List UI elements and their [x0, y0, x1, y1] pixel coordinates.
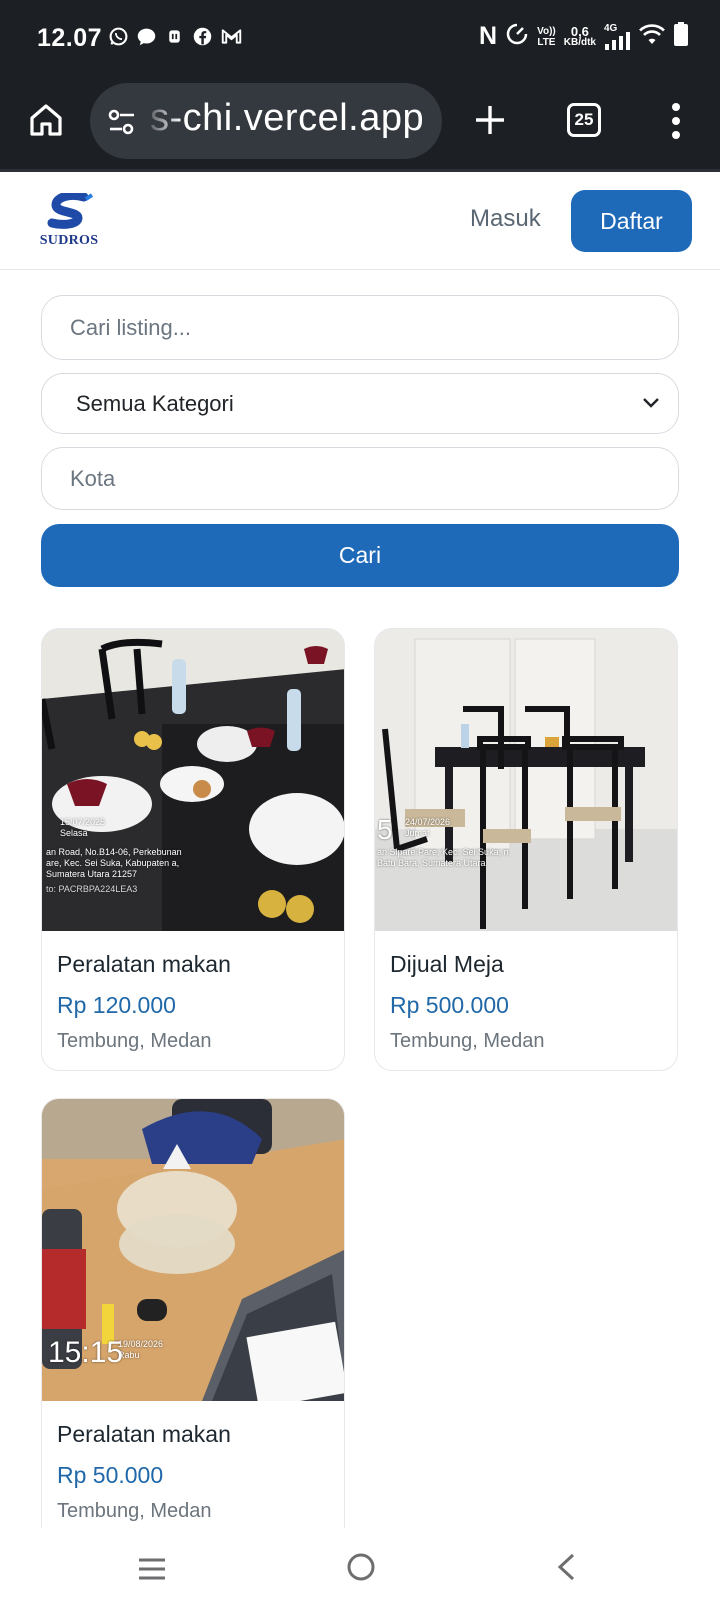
stamp-date: 15/07/2025 — [60, 817, 106, 827]
address-bar[interactable]: s-chi.vercel.app — [90, 83, 442, 159]
photo-stamp: 5 24/07/2026 Jumat an Sipare Pare, Kec. … — [377, 814, 517, 869]
listing-photo[interactable]: 5 24/07/2026 Jumat an Sipare Pare, Kec. … — [375, 629, 677, 931]
browser-toolbar: s-chi.vercel.app 25 — [0, 82, 720, 172]
logo-mark-icon — [47, 193, 94, 229]
nfc-icon: N — [479, 22, 498, 50]
site-header: SUDROS Masuk Daftar — [0, 175, 720, 270]
listing-photo[interactable]: 15:15 19/08/2026 Rabu — [42, 1099, 344, 1401]
search-input[interactable] — [42, 296, 678, 359]
stamp-address: an Road, No.B14-06, Perkebunan are, Kec.… — [46, 847, 182, 879]
volte-line2: LTE — [537, 36, 556, 48]
status-right: N Vo)) LTE 0,6 KB/dtk 4G — [479, 22, 688, 51]
listing-title[interactable]: Dijual Meja — [390, 951, 504, 978]
listing-title[interactable]: Peralatan makan — [57, 951, 231, 978]
status-time: 12.07 — [37, 24, 103, 52]
volte-indicator: Vo)) LTE — [537, 26, 556, 48]
url-fade — [142, 83, 182, 159]
status-bar: 12.07 N Vo)) LTE 0,6 KB/dtk 4G — [0, 0, 720, 82]
stamp-hour: 5 — [377, 814, 393, 845]
recents-icon[interactable] — [137, 1556, 167, 1582]
login-link[interactable]: Masuk — [470, 205, 541, 233]
listing-card[interactable]: 15:15 19/08/2026 Rabu Peralatan makan Rp… — [41, 1098, 345, 1528]
listing-title[interactable]: Peralatan makan — [57, 1421, 231, 1448]
signal-block: 4G — [604, 23, 630, 50]
home-icon[interactable] — [346, 1552, 376, 1582]
url-text: s-chi.vercel.app — [150, 97, 425, 139]
more-options-icon[interactable] — [668, 102, 684, 140]
stamp-address: an Sipare Pare, Kec. Sei Suka, n Batu Ba… — [377, 847, 509, 868]
category-select[interactable]: Semua Kategori — [41, 373, 679, 434]
stamp-day: Jumat — [405, 828, 430, 838]
listing-location: Tembung, Medan — [390, 1030, 545, 1052]
stamp-code: to: PACRBPA224LEA3 — [46, 884, 138, 894]
gmail-icon — [220, 26, 242, 47]
listing-location: Tembung, Medan — [57, 1030, 212, 1052]
message-icon — [136, 26, 157, 47]
register-button[interactable]: Daftar — [571, 190, 692, 252]
facebook-icon — [192, 26, 213, 47]
page: 12.07 N Vo)) LTE 0,6 KB/dtk 4G s-chi.ver… — [0, 0, 720, 1608]
stamp-date: 24/07/2026 — [405, 817, 451, 827]
battery-icon — [674, 22, 688, 51]
speed-unit: KB/dtk — [563, 36, 596, 48]
category-selected: Semua Kategori — [76, 391, 234, 416]
network-speed: 0,6 KB/dtk — [563, 23, 596, 48]
tab-switcher-button[interactable]: 25 — [567, 103, 601, 137]
listing-price: Rp 50.000 — [57, 1462, 164, 1488]
wifi-icon — [638, 22, 666, 51]
search-field[interactable] — [41, 295, 679, 360]
new-tab-icon[interactable] — [470, 100, 510, 140]
logo-text: SUDROS — [39, 233, 99, 248]
photo-stamp: 15:15 19/08/2026 Rabu — [48, 1337, 163, 1369]
app-icon — [164, 26, 185, 47]
volte-line1: Vo)) — [537, 25, 556, 37]
listing-price: Rp 500.000 — [390, 992, 509, 1018]
whatsapp-icon — [108, 26, 129, 47]
signal-icon — [605, 31, 630, 50]
search-button[interactable]: Cari — [41, 524, 679, 587]
system-nav-bar — [0, 1528, 720, 1608]
listing-location: Tembung, Medan — [57, 1500, 212, 1522]
notification-icons — [108, 26, 242, 47]
listing-card[interactable]: 15/07/2025 Selasa an Road, No.B14-06, Pe… — [41, 628, 345, 1071]
photo-stamp: 15/07/2025 Selasa an Road, No.B14-06, Pe… — [46, 817, 196, 895]
listing-price: Rp 120.000 — [57, 992, 176, 1018]
data-saver-icon — [505, 22, 529, 51]
home-icon[interactable] — [26, 100, 66, 140]
back-icon[interactable] — [556, 1552, 576, 1582]
speed-value: 0,6 — [570, 23, 589, 39]
city-input[interactable] — [42, 448, 678, 509]
logo[interactable]: SUDROS — [34, 193, 104, 251]
stamp-hour: 15:15 — [48, 1336, 124, 1369]
listing-photo[interactable]: 15/07/2025 Selasa an Road, No.B14-06, Pe… — [42, 629, 344, 931]
chevron-down-icon — [642, 396, 660, 410]
stamp-day: Selasa — [60, 828, 88, 838]
listing-card[interactable]: 5 24/07/2026 Jumat an Sipare Pare, Kec. … — [374, 628, 678, 1071]
site-settings-icon[interactable] — [106, 107, 138, 137]
city-field[interactable] — [41, 447, 679, 510]
